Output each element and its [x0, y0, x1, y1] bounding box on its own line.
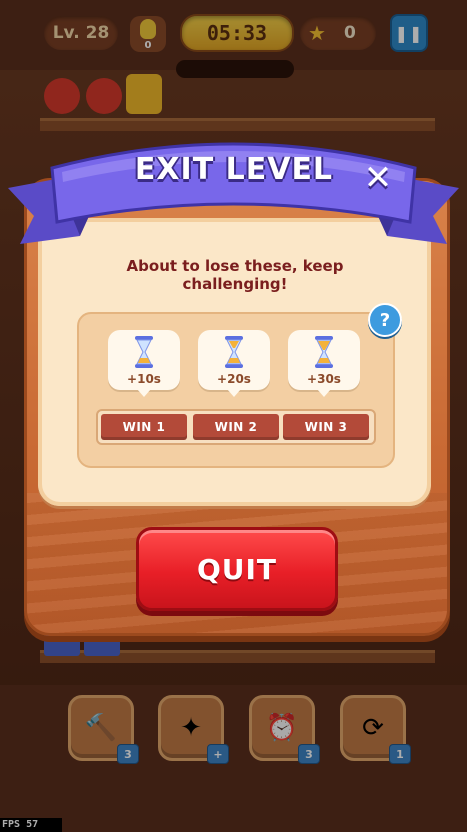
win-2-tab: WIN 2 — [193, 414, 279, 440]
close-icon: ✕ — [363, 158, 393, 198]
card-pointer — [227, 389, 241, 397]
reward-card-20s: +20s — [198, 330, 270, 397]
hourglass-icon — [315, 336, 333, 368]
dialog-message: About to lose these, keep challenging! — [126, 257, 344, 293]
question-icon: ? — [379, 309, 391, 331]
card-pointer — [317, 389, 331, 397]
card-pointer — [137, 389, 151, 397]
help-button[interactable]: ? — [368, 303, 402, 337]
title-ribbon — [8, 142, 459, 244]
win-3-tab: WIN 3 — [283, 414, 369, 440]
quit-button[interactable]: QUIT — [136, 527, 338, 611]
hourglass-icon — [225, 336, 243, 368]
win-streak-row: WIN 1 WIN 2 WIN 3 — [96, 409, 376, 445]
reward-label: +20s — [217, 372, 251, 386]
dialog-title: EXIT LEVEL — [134, 152, 334, 187]
win-1-tab: WIN 1 — [101, 414, 187, 440]
hourglass-icon — [135, 336, 153, 368]
reward-label: +30s — [307, 372, 341, 386]
reward-label: +10s — [127, 372, 161, 386]
reward-card-30s: +30s — [288, 330, 360, 397]
reward-card-10s: +10s — [108, 330, 180, 397]
close-button[interactable]: ✕ — [360, 158, 396, 198]
